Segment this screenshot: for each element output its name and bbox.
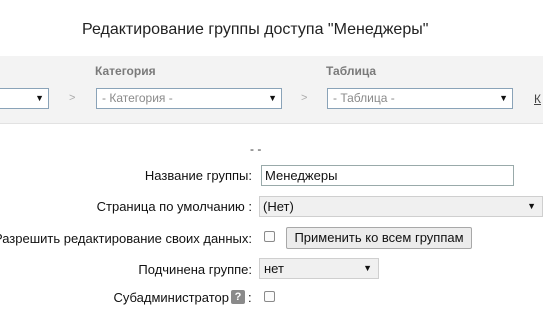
section-select[interactable]: ▼: [0, 88, 49, 109]
chevron-down-icon: ▼: [527, 201, 536, 211]
page-title: Редактирование группы доступа "Менеджеры…: [82, 21, 429, 38]
subadmin-label: Субадминистратор: [113, 290, 229, 305]
table-select-value: - Таблица -: [333, 91, 395, 105]
breadcrumb-separator: >: [301, 92, 308, 104]
table-label: Таблица: [326, 64, 377, 78]
apply-all-groups-button[interactable]: Применить ко всем группам: [286, 227, 472, 249]
table-select[interactable]: - Таблица - ▼: [327, 88, 513, 109]
chevron-down-icon: ▼: [35, 93, 44, 103]
parent-group-select-value: нет: [264, 261, 284, 276]
default-page-select-value: (Нет): [263, 199, 294, 214]
help-icon[interactable]: ?: [231, 290, 245, 304]
category-select-value: - Категория -: [102, 91, 173, 105]
parent-group-label: Подчинена группе:: [138, 262, 252, 277]
chevron-down-icon: ▼: [268, 93, 277, 103]
group-name-input[interactable]: Менеджеры: [261, 165, 514, 186]
form-caption: - -: [250, 142, 262, 156]
default-page-label: Страница по умолчанию :: [96, 199, 252, 214]
chevron-down-icon: ▼: [363, 263, 372, 273]
filter-link[interactable]: К: [534, 92, 541, 106]
category-select[interactable]: - Категория - ▼: [96, 88, 282, 109]
group-name-label: Название группы:: [144, 168, 252, 183]
allow-edit-checkbox[interactable]: [264, 231, 275, 242]
subadmin-checkbox[interactable]: [264, 291, 275, 302]
chevron-down-icon: ▼: [499, 93, 508, 103]
default-page-select[interactable]: (Нет) ▼: [259, 196, 543, 217]
page: Редактирование группы доступа "Менеджеры…: [0, 0, 543, 333]
filter-bar: ▼ > Категория - Категория - ▼ > Таблица …: [0, 56, 543, 124]
parent-group-select[interactable]: нет ▼: [259, 258, 379, 279]
category-label: Категория: [95, 64, 156, 78]
breadcrumb-separator: >: [69, 92, 76, 104]
subadmin-colon: :: [248, 290, 252, 305]
allow-edit-label: Разрешить редактирование своих данных:: [0, 231, 252, 246]
